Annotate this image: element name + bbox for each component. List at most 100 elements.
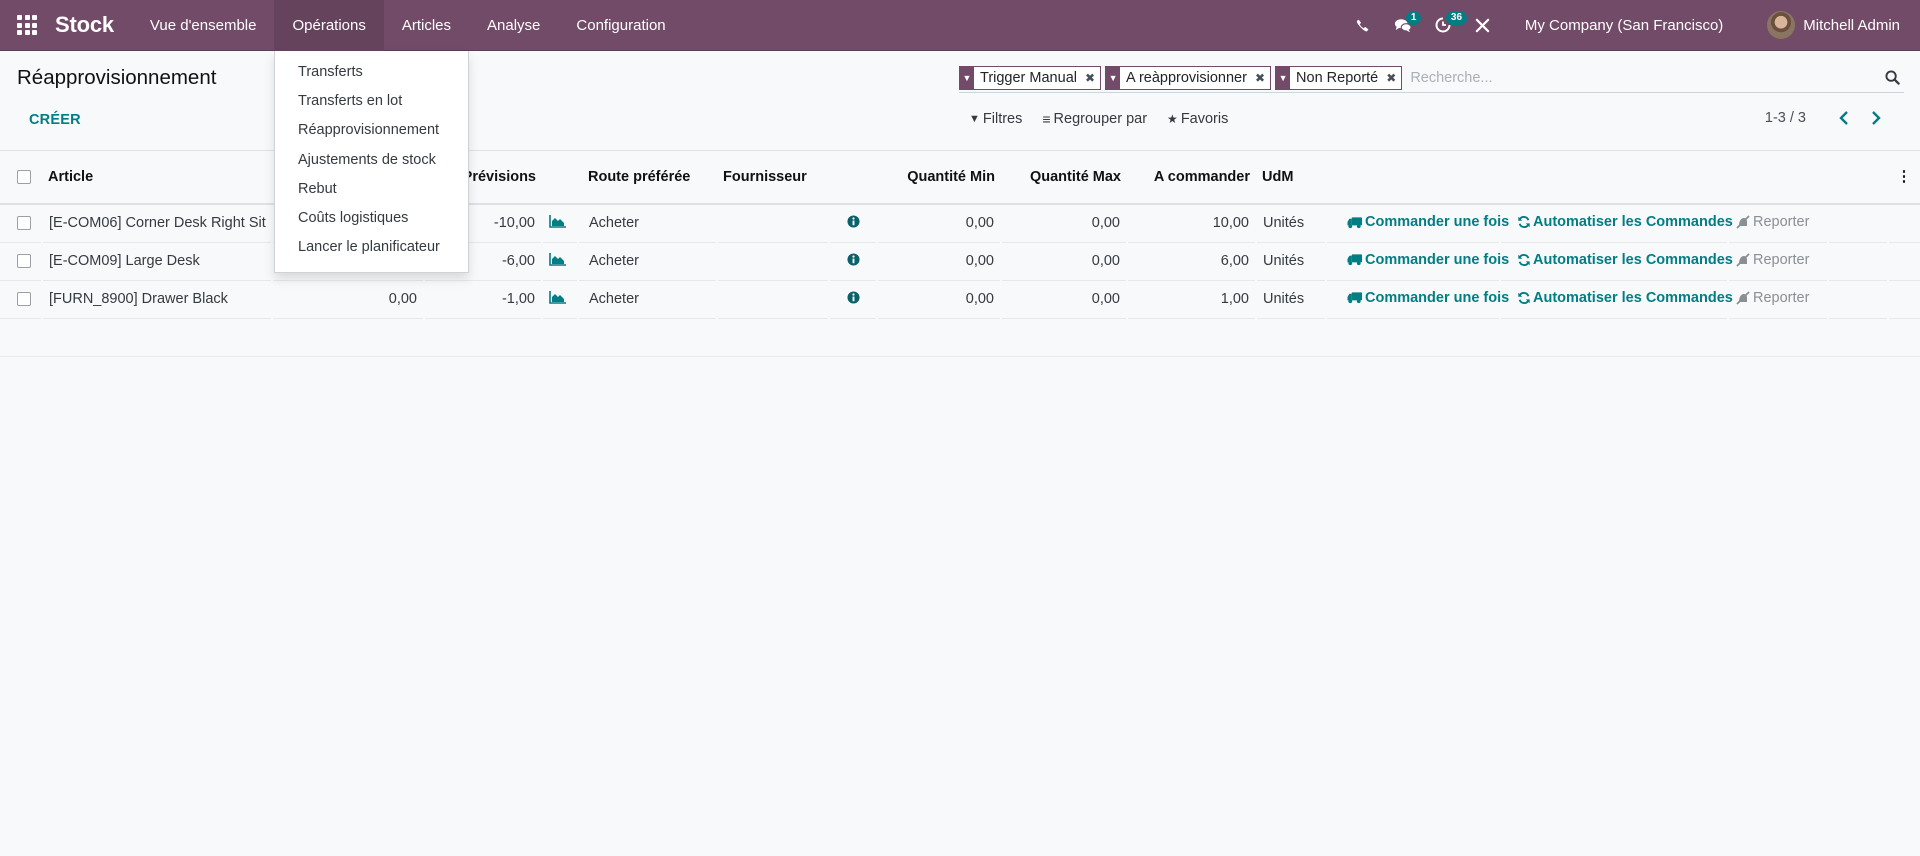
phone-icon[interactable] (1343, 0, 1383, 51)
order-once-button[interactable]: Commander une fois (1347, 252, 1509, 268)
search-facet: ▼ A reàpprovisionner ✖ (1105, 65, 1272, 90)
pager-next-icon[interactable] (1860, 111, 1892, 125)
page-title: Réapprovisionnement (17, 66, 217, 89)
cell-to-order[interactable]: 1,00 (1126, 280, 1256, 319)
automate-orders-button[interactable]: Automatiser les Commandes (1517, 214, 1733, 230)
user-name: Mitchell Admin (1803, 16, 1900, 34)
info-icon[interactable] (846, 290, 860, 304)
cell-to-order[interactable]: 6,00 (1126, 242, 1256, 281)
create-button[interactable]: CRÉER (17, 108, 93, 132)
apps-menu-icon[interactable] (15, 13, 39, 37)
cell-article[interactable]: [FURN_8900] Drawer Black (41, 280, 272, 319)
info-icon[interactable] (846, 215, 860, 228)
company-switcher[interactable]: My Company (San Francisco) (1525, 17, 1723, 34)
cell-on-hand: 0,00 (271, 280, 424, 319)
facet-label: Trigger Manual (980, 69, 1077, 86)
row-checkbox[interactable] (17, 216, 31, 231)
forecast-graph-icon[interactable] (549, 214, 566, 228)
facet-label: Non Reporté (1296, 69, 1379, 86)
truck-icon (1347, 253, 1363, 266)
menu-item-couts-logistiques[interactable]: Coûts logistiques (275, 203, 468, 232)
user-menu[interactable]: Mitchell Admin (1767, 11, 1900, 39)
automate-orders-button[interactable]: Automatiser les Commandes (1517, 252, 1733, 268)
order-once-button[interactable]: Commander une fois (1347, 290, 1509, 306)
cell-supplier[interactable] (716, 204, 829, 243)
snooze-button[interactable]: Reporter (1735, 252, 1809, 268)
cell-uom: Unités (1255, 242, 1326, 281)
remove-facet-icon[interactable]: ✖ (1384, 67, 1401, 89)
filters-button[interactable]: ▼ Filtres (969, 111, 1022, 127)
search-icon[interactable] (1880, 70, 1904, 85)
nav-analyse[interactable]: Analyse (469, 0, 558, 51)
activities-icon[interactable]: 36 (1423, 0, 1468, 51)
cell-supplier[interactable] (716, 280, 829, 319)
row-checkbox[interactable] (17, 254, 31, 269)
search-bar: ▼ Trigger Manual ✖ ▼ A reàpprovisionner … (959, 63, 1904, 93)
menu-item-lancer-planificateur[interactable]: Lancer le planificateur (275, 233, 468, 262)
filter-icon: ▼ (969, 113, 980, 125)
automate-orders-button[interactable]: Automatiser les Commandes (1517, 290, 1733, 306)
column-max-qty[interactable]: Quantité Max (1001, 150, 1127, 205)
menu-item-rebut[interactable]: Rebut (275, 174, 468, 203)
search-input[interactable] (1406, 69, 1880, 86)
column-min-qty[interactable]: Quantité Min (877, 150, 1001, 205)
bell-slash-icon (1735, 252, 1751, 267)
refresh-icon (1517, 253, 1531, 267)
pager: 1-3 / 3 (1765, 110, 1892, 126)
messages-icon[interactable]: 1 (1383, 0, 1423, 51)
select-all-checkbox[interactable] (17, 169, 31, 184)
cell-min-qty[interactable]: 0,00 (876, 280, 1001, 319)
table-row[interactable]: [FURN_8900] Drawer Black 0,00 -1,00 Acheter… (0, 280, 1920, 319)
column-uom[interactable]: UdM (1256, 150, 1326, 205)
nav-configuration[interactable]: Configuration (558, 0, 683, 51)
pager-previous-icon[interactable] (1828, 111, 1860, 125)
refresh-icon (1517, 291, 1531, 305)
order-once-label: Commander une fois (1365, 289, 1510, 306)
nav-operations[interactable]: Opérations (274, 0, 384, 51)
cell-to-order[interactable]: 10,00 (1126, 204, 1256, 243)
cell-article[interactable]: [E-COM09] Large Desk (41, 242, 272, 281)
search-options: ▼ Filtres ≡ Regrouper par ★ Favoris (969, 111, 1248, 127)
cell-min-qty[interactable]: 0,00 (876, 204, 1001, 243)
group-by-button[interactable]: ≡ Regrouper par (1042, 111, 1147, 127)
order-once-button[interactable]: Commander une fois (1347, 214, 1509, 230)
cell-route[interactable]: Acheter (577, 280, 717, 319)
optional-columns-icon[interactable]: ⋮ (1888, 150, 1920, 205)
cell-uom: Unités (1255, 280, 1326, 319)
menu-item-transferts-en-lot[interactable]: Transferts en lot (275, 86, 468, 115)
cell-min-qty[interactable]: 0,00 (876, 242, 1001, 281)
pager-value[interactable]: 1-3 / 3 (1765, 110, 1806, 126)
cell-route[interactable]: Acheter (577, 204, 717, 243)
app-name[interactable]: Stock (55, 12, 114, 38)
nav-vue-ensemble[interactable]: Vue d'ensemble (132, 0, 275, 51)
filter-icon: ▼ (1276, 66, 1291, 89)
menu-item-ajustements-stock[interactable]: Ajustements de stock (275, 145, 468, 174)
remove-facet-icon[interactable]: ✖ (1083, 67, 1100, 89)
favorites-button[interactable]: ★ Favoris (1167, 111, 1228, 127)
column-article[interactable]: Article (42, 150, 272, 205)
cell-supplier[interactable] (716, 242, 829, 281)
cell-route[interactable]: Acheter (577, 242, 717, 281)
operations-dropdown: Transferts Transferts en lot Réapprovisi… (274, 51, 469, 273)
favorites-label: Favoris (1180, 111, 1229, 127)
menu-item-reapprovisionnement[interactable]: Réapprovisionnement (275, 116, 468, 145)
debug-tools-icon[interactable] (1463, 0, 1503, 51)
nav-articles[interactable]: Articles (384, 0, 469, 51)
cell-article[interactable]: [E-COM06] Corner Desk Right Sit (41, 204, 272, 243)
info-icon[interactable] (846, 252, 860, 266)
row-checkbox[interactable] (17, 292, 31, 307)
column-supplier[interactable]: Fournisseur (717, 150, 829, 205)
snooze-button[interactable]: Reporter (1735, 214, 1809, 230)
cell-max-qty[interactable]: 0,00 (1000, 242, 1127, 281)
column-to-order[interactable]: A commander (1127, 150, 1256, 205)
remove-facet-icon[interactable]: ✖ (1253, 67, 1270, 89)
forecast-graph-icon[interactable] (549, 252, 566, 266)
forecast-graph-icon[interactable] (549, 290, 566, 304)
menu-item-transferts[interactable]: Transferts (275, 57, 468, 86)
column-route[interactable]: Route préférée (578, 150, 717, 205)
cell-max-qty[interactable]: 0,00 (1000, 204, 1127, 243)
group-by-label: Regrouper par (1053, 111, 1148, 127)
cell-max-qty[interactable]: 0,00 (1000, 280, 1127, 319)
automate-label: Automatiser les Commandes (1533, 289, 1733, 306)
snooze-button[interactable]: Reporter (1735, 290, 1809, 306)
